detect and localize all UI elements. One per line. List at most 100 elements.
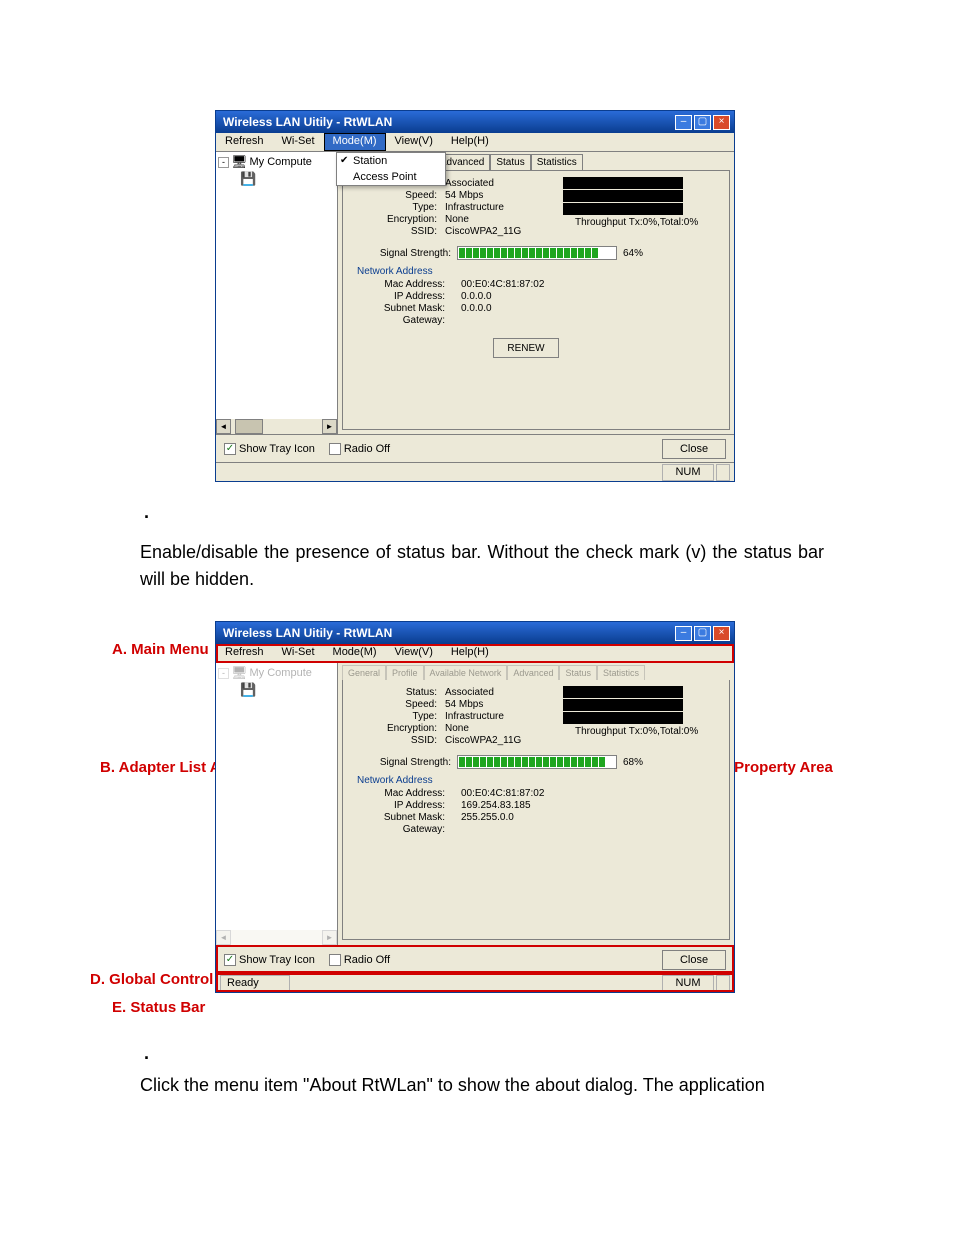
property-panel: Available Network Advanced Status Statis…	[338, 152, 734, 434]
property-panel: General Profile Available Network Advanc…	[338, 663, 734, 945]
app-window-1: Wireless LAN Uitily - RtWLAN – ▢ × Refre…	[215, 110, 735, 482]
status-value: Associated	[445, 178, 555, 189]
network-card-icon: 💾	[240, 171, 256, 187]
bullet: .	[144, 502, 824, 523]
tree-root-row[interactable]: - 🖥 My Compute	[218, 154, 335, 170]
signal-strength-bar	[457, 755, 617, 769]
show-tray-checkbox[interactable]	[224, 954, 236, 966]
menu-help[interactable]: Help(H)	[442, 133, 498, 151]
encryption-value: None	[445, 723, 555, 734]
tab-advanced[interactable]: Advanced	[507, 665, 559, 680]
tab-status[interactable]: Status	[490, 154, 530, 170]
mask-label: Subnet Mask:	[353, 812, 445, 823]
ip-value: 0.0.0.0	[461, 291, 492, 302]
collapse-icon[interactable]: -	[218, 157, 229, 168]
scroll-thumb[interactable]	[235, 419, 263, 434]
signal-strength-bar	[457, 246, 617, 260]
maximize-icon[interactable]: ▢	[694, 626, 711, 641]
radio-off-checkbox[interactable]	[329, 443, 341, 455]
annotation-e-label: E. Status Bar	[112, 999, 205, 1016]
adapter-tree-panel: - 🖥 My Compute 💾 ◄ ►	[216, 152, 338, 434]
annotation-a-label: A. Main Menu	[112, 641, 209, 658]
tree-root-row[interactable]: - 🖥 My Compute	[218, 665, 335, 681]
renew-button[interactable]: RENEW	[493, 338, 559, 358]
mode-station-item[interactable]: Station	[337, 153, 445, 169]
ip-label: IP Address:	[353, 800, 445, 811]
menu-mode[interactable]: Mode(M)	[324, 133, 386, 151]
menu-view[interactable]: View(V)	[386, 133, 442, 151]
menu-wiset[interactable]: Wi-Set	[273, 133, 324, 151]
speed-value: 54 Mbps	[445, 190, 555, 201]
resize-grip-icon[interactable]	[716, 464, 730, 481]
ip-label: IP Address:	[353, 291, 445, 302]
radio-off-checkbox[interactable]	[329, 954, 341, 966]
window-title: Wireless LAN Uitily - RtWLAN	[220, 626, 673, 640]
menu-help[interactable]: Help(H)	[442, 644, 498, 662]
close-icon[interactable]: ×	[713, 626, 730, 641]
collapse-icon[interactable]: -	[218, 668, 229, 679]
mask-value: 255.255.0.0	[461, 812, 514, 823]
tabs: General Profile Available Network Advanc…	[342, 665, 730, 680]
minimize-icon[interactable]: –	[675, 626, 692, 641]
encryption-label: Encryption:	[353, 214, 437, 225]
menu-wiset[interactable]: Wi-Set	[273, 644, 324, 662]
tree-adapter-row[interactable]: 💾	[240, 682, 335, 698]
tab-available-network[interactable]: Available Network	[424, 665, 508, 680]
tab-profile[interactable]: Profile	[386, 665, 424, 680]
menu-mode[interactable]: Mode(M)	[324, 644, 386, 662]
scroll-right-icon[interactable]: ►	[322, 930, 337, 945]
body-area: - 🖥 My Compute 💾 ◄ ►	[216, 663, 734, 945]
network-card-icon: 💾	[240, 682, 256, 698]
tab-content: s:Associated Speed:54 Mbps Type:Infrastr…	[342, 170, 730, 430]
adapter-tree-panel: - 🖥 My Compute 💾 ◄ ►	[216, 663, 338, 945]
show-tray-checkbox[interactable]	[224, 443, 236, 455]
horizontal-scrollbar[interactable]: ◄ ►	[216, 930, 337, 945]
menubar: Refresh Wi-Set Mode(M) View(V) Help(H)	[216, 644, 734, 663]
gateway-label: Gateway:	[353, 315, 445, 326]
tab-content: Status:Associated Speed:54 Mbps Type:Inf…	[342, 680, 730, 940]
resize-grip-icon[interactable]	[716, 975, 730, 992]
encryption-value: None	[445, 214, 555, 225]
mac-label: Mac Address:	[353, 788, 445, 799]
speed-label: Speed:	[353, 699, 437, 710]
redacted-box	[563, 686, 683, 698]
mac-value: 00:E0:4C:81:87:02	[461, 788, 544, 799]
menu-refresh[interactable]: Refresh	[216, 133, 273, 151]
tab-statistics[interactable]: Statistics	[531, 154, 583, 170]
tab-statistics[interactable]: Statistics	[597, 665, 645, 680]
maximize-icon[interactable]: ▢	[694, 115, 711, 130]
throughput-label: Throughput Tx:0%,Total:0%	[575, 726, 719, 737]
signal-strength-value: 64%	[623, 248, 643, 259]
tab-status[interactable]: Status	[559, 665, 597, 680]
status-bar: Ready NUM	[216, 973, 734, 992]
tab-general[interactable]: General	[342, 665, 386, 680]
signal-strength-label: Signal Strength:	[353, 757, 451, 768]
minimize-icon[interactable]: –	[675, 115, 692, 130]
tree-adapter-row[interactable]: 💾	[240, 171, 335, 187]
doc-paragraph-1: Enable/disable the presence of status ba…	[140, 539, 824, 593]
titlebar[interactable]: Wireless LAN Uitily - RtWLAN – ▢ ×	[216, 111, 734, 133]
titlebar[interactable]: Wireless LAN Uitily - RtWLAN – ▢ ×	[216, 622, 734, 644]
global-control-bar: Show Tray Icon Radio Off Close	[216, 945, 734, 973]
ssid-label: SSID:	[353, 735, 437, 746]
network-address-group: Network Address	[357, 266, 719, 277]
close-icon[interactable]: ×	[713, 115, 730, 130]
global-control-bar: Show Tray Icon Radio Off Close	[216, 434, 734, 462]
num-indicator: NUM	[662, 975, 714, 992]
scroll-left-icon[interactable]: ◄	[216, 419, 231, 434]
type-value: Infrastructure	[445, 711, 555, 722]
close-button[interactable]: Close	[662, 439, 726, 459]
scroll-left-icon[interactable]: ◄	[216, 930, 231, 945]
menu-refresh[interactable]: Refresh	[216, 644, 273, 662]
scroll-right-icon[interactable]: ►	[322, 419, 337, 434]
status-ready: Ready	[220, 975, 290, 992]
horizontal-scrollbar[interactable]: ◄ ►	[216, 419, 337, 434]
computer-icon: 🖥	[231, 665, 248, 681]
menu-view[interactable]: View(V)	[386, 644, 442, 662]
ssid-label: SSID:	[353, 226, 437, 237]
num-indicator: NUM	[662, 464, 714, 481]
speed-label: Speed:	[353, 190, 437, 201]
mode-access-point-item[interactable]: Access Point	[337, 169, 445, 185]
redacted-box	[563, 699, 683, 711]
close-button[interactable]: Close	[662, 950, 726, 970]
